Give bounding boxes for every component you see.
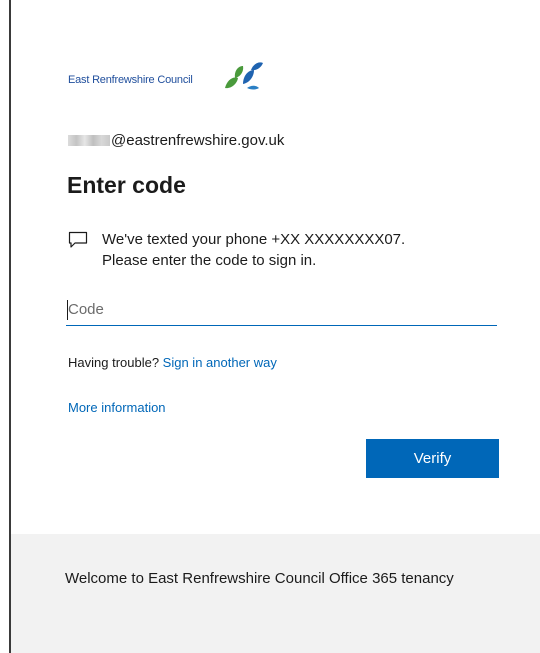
sms-notice-line-1: We've texted your phone +XX XXXXXXXX07. — [102, 231, 406, 248]
having-trouble-label: Having trouble? — [68, 355, 163, 370]
chat-bubble-icon — [68, 231, 88, 248]
having-trouble-row: Having trouble? Sign in another way — [68, 355, 277, 370]
tenant-welcome-text: Welcome to East Renfrewshire Council Off… — [65, 570, 454, 587]
sms-notice-text: We've texted your phone +XX XXXXXXXX07. … — [102, 229, 502, 271]
code-input[interactable] — [66, 294, 497, 326]
organization-logo: East Renfrewshire Council — [68, 62, 265, 96]
text-caret — [67, 300, 68, 320]
sms-notice-line-2: Please enter the code to sign in. — [102, 252, 317, 269]
organization-name: East Renfrewshire Council — [68, 74, 193, 86]
leaf-bird-logo-icon — [224, 62, 263, 90]
sign-in-page: East Renfrewshire Council @eastrenfrewsh… — [0, 0, 540, 653]
page-title: Enter code — [67, 172, 186, 198]
email-domain: @eastrenfrewshire.gov.uk — [111, 132, 285, 149]
account-identity: @eastrenfrewshire.gov.uk — [68, 132, 284, 149]
more-information-link[interactable]: More information — [68, 400, 166, 415]
verify-button[interactable]: Verify — [366, 439, 499, 478]
sms-notice: We've texted your phone +XX XXXXXXXX07. … — [68, 229, 502, 271]
tenant-footer: Welcome to East Renfrewshire Council Off… — [11, 534, 540, 653]
redacted-username — [68, 135, 110, 146]
sign-in-another-way-link[interactable]: Sign in another way — [163, 355, 277, 370]
sign-in-card: East Renfrewshire Council @eastrenfrewsh… — [11, 0, 540, 534]
